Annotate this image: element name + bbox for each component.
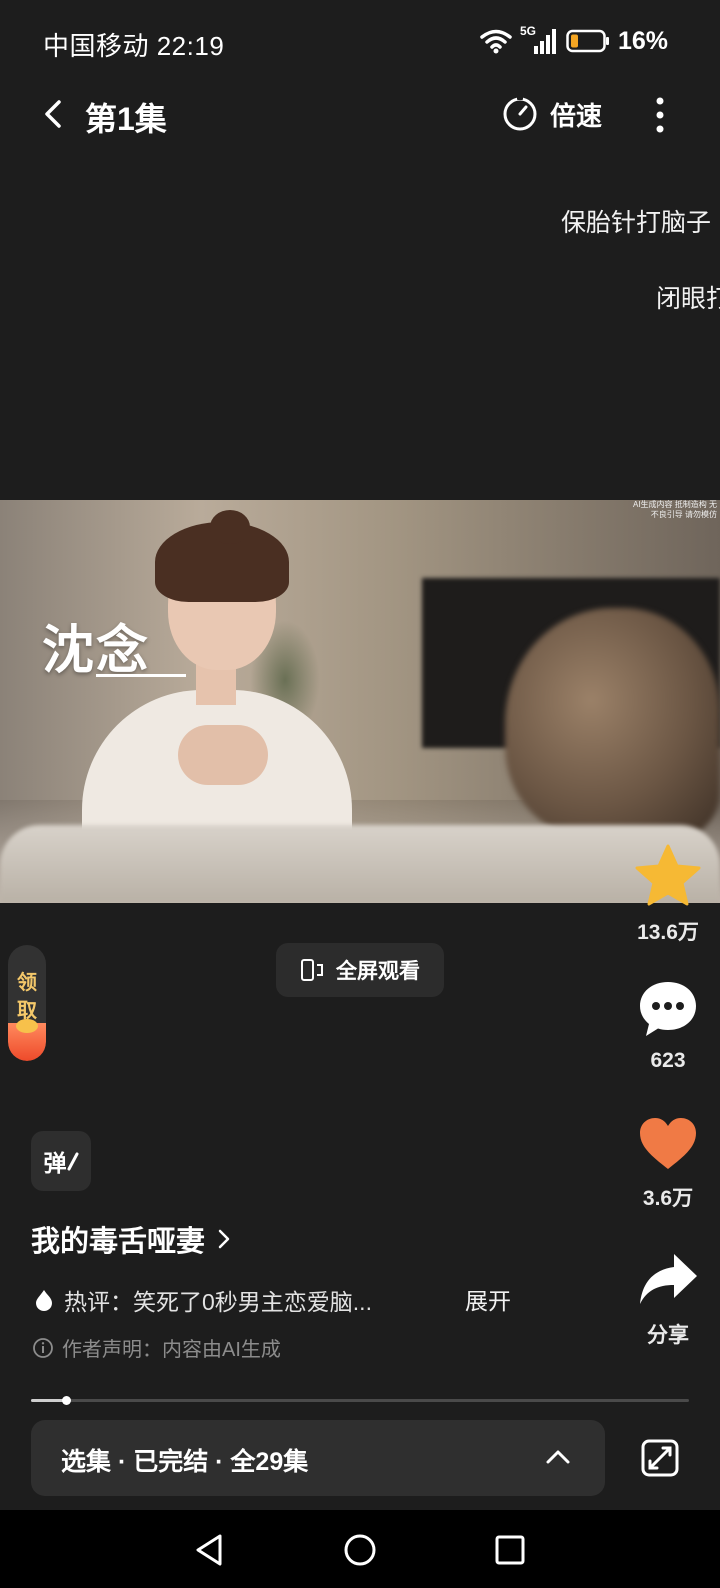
chat-bubble-icon [640,982,696,1036]
status-indicators: 5G 16% [480,24,668,58]
series-title-link[interactable]: 我的毒舌哑妻 [31,1218,231,1260]
signal-indicator: 5G [520,24,558,56]
share-arrow-icon [640,1254,697,1304]
favorite-count: 13.6万 [637,921,699,944]
reward-label: 领取 [17,972,37,1022]
flame-icon [36,1290,52,1311]
danmaku-line: 闭眼打 [656,285,720,313]
speed-button[interactable]: 倍速 [502,92,602,136]
series-title: 我的毒舌哑妻 [31,1226,206,1258]
chevron-up-icon [546,1450,570,1464]
reward-pill[interactable]: 领取 [8,945,46,1061]
danmaku-line: 保胎针打脑子 [561,209,712,237]
danmaku-toggle-label: 弹 [43,1150,67,1176]
progress-thumb[interactable] [62,1396,71,1405]
picture-in-picture-icon[interactable] [640,1438,680,1478]
signal-bars-icon [533,29,556,54]
battery-icon [566,29,609,53]
wifi-icon [480,29,512,54]
comment-count: 623 [650,1049,686,1072]
author-disclaimer: 作者声明：内容由AI生成 [32,1333,281,1362]
timer-icon [503,96,537,131]
character-name-tag: 沈念 [42,622,151,680]
slash-icon [67,1152,78,1171]
disclaimer-text: 作者声明：内容由AI生成 [62,1339,281,1361]
episode-selector-label: 选集 · 已完结 · 全29集 [61,1448,309,1476]
fullscreen-label: 全屏观看 [336,960,420,983]
nav-recents-icon[interactable] [490,1530,530,1570]
video-player[interactable]: 沈念 AI生成内容 抵制造构 无不良引导 请勿模仿 [0,500,720,903]
favorite-button[interactable]: 13.6万 [622,843,714,946]
top-bar: 第1集 倍速 [0,80,720,150]
carrier-time: 中国移动 22:19 [43,31,225,61]
status-bar: 中国移动 22:19 5G 16% [0,0,720,80]
name-underline [96,674,186,677]
chevron-right-icon [218,1229,230,1249]
system-nav-bar [0,1510,720,1588]
expand-button[interactable]: 展开 [465,1282,511,1316]
battery-percent: 16% [617,26,668,55]
episode-title: 第1集 [85,101,167,137]
progress-fill [31,1399,66,1402]
coin-icon [8,1019,46,1061]
episode-selector[interactable]: 选集 · 已完结 · 全29集 [31,1420,605,1496]
info-circle-icon [33,1337,53,1358]
ai-watermark: AI生成内容 抵制造构 无不良引导 请勿模仿 [632,500,717,519]
like-count: 3.6万 [642,1187,694,1210]
share-label: 分享 [647,1324,689,1347]
more-vertical-icon[interactable] [640,93,680,137]
share-button[interactable]: 分享 [622,1250,714,1349]
star-icon [635,844,701,906]
progress-bar[interactable] [31,1396,689,1405]
comment-button[interactable]: 623 [622,978,714,1073]
chevron-left-icon[interactable] [34,94,74,134]
heart-icon [640,1118,696,1169]
speed-label: 倍速 [550,100,603,131]
fullscreen-button[interactable]: 全屏观看 [276,943,444,997]
hot-comment-row[interactable]: 热评：笑死了0秒男主恋爱脑... 展开 [34,1282,594,1318]
danmaku-toggle[interactable]: 弹 [31,1131,91,1191]
hot-comment-text: 热评：笑死了0秒男主恋爱脑... [64,1289,372,1315]
nav-back-icon[interactable] [190,1530,230,1570]
like-button[interactable]: 3.6万 [622,1115,714,1212]
nav-home-icon[interactable] [340,1530,380,1570]
rotate-phone-icon [301,959,323,981]
